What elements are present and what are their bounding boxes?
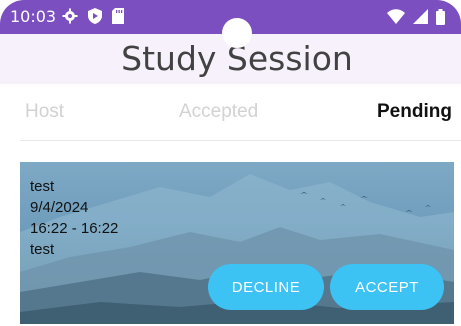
sd-card-icon xyxy=(112,8,124,24)
app-screen: 10:03 Study Session Host Accepted Pendin… xyxy=(0,0,461,326)
shield-play-icon xyxy=(88,8,102,24)
session-name: test xyxy=(30,178,55,195)
accept-button[interactable]: ACCEPT xyxy=(330,264,444,310)
session-time: 16:22 - 16:22 xyxy=(30,220,119,237)
settings-icon xyxy=(62,8,78,24)
signal-icon xyxy=(413,9,428,24)
session-card: test 9/4/2024 16:22 - 16:22 test DECLINE… xyxy=(20,162,454,324)
wifi-icon xyxy=(387,9,405,24)
tab-bar: Host Accepted Pending xyxy=(0,98,461,128)
battery-icon xyxy=(436,9,445,25)
status-time: 10:03 xyxy=(10,7,57,26)
decline-button[interactable]: DECLINE xyxy=(208,264,324,310)
session-details: test 9/4/2024 16:22 - 16:22 test xyxy=(30,176,118,260)
tab-divider xyxy=(20,140,461,141)
camera-cutout xyxy=(222,18,252,48)
status-left-icons xyxy=(62,8,124,24)
tab-pending[interactable]: Pending xyxy=(377,98,452,126)
session-date: 9/4/2024 xyxy=(30,199,89,216)
session-location: test xyxy=(30,241,55,258)
tab-accepted[interactable]: Accepted xyxy=(179,98,258,126)
status-right-icons xyxy=(387,9,445,25)
tab-host[interactable]: Host xyxy=(25,98,64,126)
